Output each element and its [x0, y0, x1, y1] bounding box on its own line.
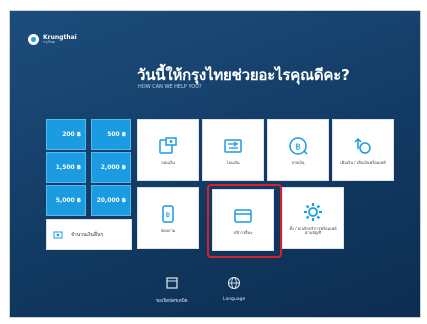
other-amount-label: จำนวนเงินอื่นๆ — [71, 231, 104, 238]
topup-icon — [352, 135, 374, 157]
amount-button-200[interactable]: 200 ฿ — [46, 119, 86, 150]
withdraw-icon — [157, 135, 179, 157]
amount-button-5000[interactable]: 5,000 ฿ — [46, 185, 86, 216]
svg-text:฿: ฿ — [166, 211, 170, 219]
debit-card-label: ขอเปิดบัตรเดบิต — [156, 299, 188, 304]
settings-icon — [302, 201, 324, 223]
language-button[interactable]: Language — [223, 275, 245, 302]
transfer-icon — [222, 135, 244, 157]
tile-promptpay-settings[interactable]: ตั้ง / ยกเลิกบริการพร้อมเพย์ผ่านบัญชี — [282, 187, 344, 249]
bank-logo: Krungthai กรุงไทย — [28, 34, 77, 45]
tile-promptpay-settings-label: ตั้ง / ยกเลิกบริการพร้อมเพย์ผ่านบัญชี — [289, 225, 337, 235]
cash-icon — [53, 230, 63, 240]
payment-icon: ฿ — [287, 135, 309, 157]
bank-logo-icon — [28, 34, 39, 45]
amount-button-500[interactable]: 500 ฿ — [91, 119, 131, 150]
svg-text:฿: ฿ — [295, 142, 301, 152]
tile-topup-label: เติมเงิน / เติมเงินพร้อมเพย์ — [340, 159, 386, 165]
tile-topup[interactable]: เติมเงิน / เติมเงินพร้อมเพย์ — [332, 119, 394, 181]
amount-button-2000[interactable]: 2,000 ฿ — [91, 152, 131, 183]
inquiry-icon: ฿ — [157, 203, 179, 225]
tile-inquiry-label: สอบถาม — [160, 227, 176, 233]
tile-withdraw[interactable]: ถอนเงิน — [137, 119, 199, 181]
amount-button-1500[interactable]: 1,500 ฿ — [46, 152, 86, 183]
tile-withdraw-label: ถอนเงิน — [161, 159, 175, 165]
card-icon — [165, 275, 179, 294]
tile-transfer[interactable]: โอนเงิน — [202, 119, 264, 181]
tile-payment[interactable]: ฿ จ่ายเงิน — [267, 119, 329, 181]
language-label: Language — [223, 297, 246, 302]
greeting-subtitle: HOW CAN WE HELP YOU? — [138, 84, 202, 90]
bank-logo-subname: กรุงไทย — [43, 39, 55, 44]
amount-button-20000[interactable]: 20,000 ฿ — [91, 185, 131, 216]
tile-payment-label: จ่ายเงิน — [291, 159, 305, 165]
atm-screen: Krungthai กรุงไทย วันนี้ให้กรุงไทยช่วยอะ… — [9, 10, 421, 318]
debit-card-button[interactable]: ขอเปิดบัตรเดบิต — [156, 275, 188, 304]
highlight-box — [207, 184, 282, 258]
tile-inquiry[interactable]: ฿ สอบถาม — [137, 187, 199, 249]
tile-transfer-label: โอนเงิน — [226, 159, 240, 165]
globe-icon — [227, 275, 241, 294]
other-amount-button[interactable]: จำนวนเงินอื่นๆ — [46, 219, 132, 250]
